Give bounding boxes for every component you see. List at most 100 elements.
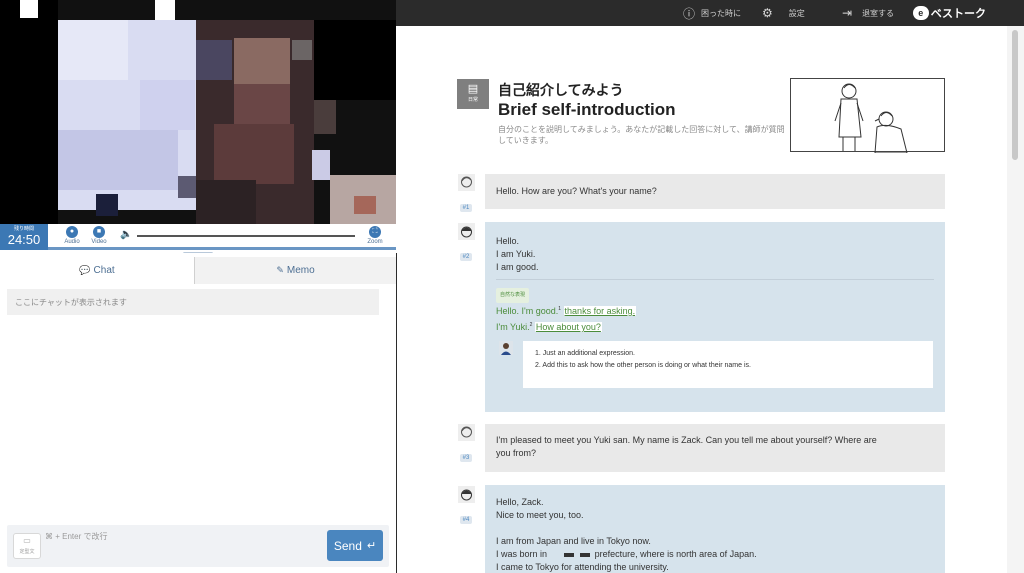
settings-link[interactable]: ⚙ 設定 <box>762 0 805 26</box>
chat-empty-message: ここにチャットが表示されます <box>7 289 379 315</box>
tutor-avatar: #3 <box>456 424 476 464</box>
brand-name: ベストーク <box>930 8 986 20</box>
note-line: 1. Just an additional expression. <box>535 350 636 357</box>
message-line: I am from Japan and live in Tokyo now. <box>496 536 651 546</box>
correction-prefix: I'm Yuki. <box>496 322 530 332</box>
exit-label: 退室する <box>862 8 895 18</box>
message-number: #2 <box>459 253 473 261</box>
student-avatar: #4 <box>456 486 476 526</box>
born-suffix: prefecture, where is north area of Japan… <box>594 549 757 559</box>
app-root: ⓘ 困った時に ⚙ 設定 ⇥ 退室する e ベストーク 残り時間 24:50 ●… <box>0 0 1024 573</box>
student-face-icon <box>457 486 475 503</box>
message-line-born: I was born in prefecture, where is north… <box>496 548 934 561</box>
send-label: Send <box>333 538 362 553</box>
message-line: I came to Tokyo for attending the univer… <box>496 562 669 572</box>
tutor-thumbnail <box>499 341 513 355</box>
tutor-message: I'm pleased to meet you Yuki san. My nam… <box>485 424 945 472</box>
note-marker: 2 <box>529 322 533 328</box>
chat-input[interactable]: ⌘ + Enter で改行 <box>45 531 107 542</box>
message-number: #1 <box>459 204 473 212</box>
volume-slider[interactable] <box>137 235 355 237</box>
settings-label: 設定 <box>788 8 805 18</box>
timer-value: 24:50 <box>7 232 41 247</box>
video-button[interactable]: ■ Video <box>89 226 109 245</box>
teacher-face-icon <box>457 174 475 191</box>
chat-bubble-icon: 💬 <box>79 265 91 275</box>
chat-panel: 💬 Chat ✎ Memo ここにチャットが表示されます ▭ 定型文 ⌘ + E… <box>0 253 397 573</box>
fixed-phrase-label: 定型文 <box>19 549 35 555</box>
lesson-illustration <box>790 78 945 154</box>
lesson-title-jp: 自己紹介してみよう <box>498 82 624 98</box>
message-line: I'm pleased to meet you Yuki san. My nam… <box>496 435 877 445</box>
tutor-notes: 1. Just an additional expression. 2. Add… <box>523 341 933 388</box>
camera-icon: ■ <box>93 226 105 238</box>
correction-line: I'm Yuki.2 How about you? <box>496 319 602 334</box>
panel-tabs: 💬 Chat ✎ Memo <box>0 257 396 284</box>
born-prefix: I was born in <box>496 549 548 559</box>
lesson-content: ▤ 日常 自己紹介してみよう Brief self-introduction 自… <box>397 26 1007 573</box>
lesson-description: 自分のことを説明してみましょう。あなたが記載した回答に対して、講師が質問していき… <box>498 125 785 145</box>
tab-chat-label: Chat <box>93 265 115 276</box>
fixed-phrase-button[interactable]: ▭ 定型文 <box>13 533 41 559</box>
exit-icon: ⇥ <box>842 6 853 20</box>
send-button[interactable]: Send ↵ <box>327 530 383 561</box>
video-label: Video <box>91 239 107 245</box>
message-line <box>496 522 934 535</box>
logo-mark-icon: e <box>912 6 929 20</box>
lesson-title-en: Brief self-introduction <box>498 100 676 119</box>
help-link[interactable]: ⓘ 困った時に <box>683 0 741 26</box>
category-label: 日常 <box>467 97 478 103</box>
exit-button[interactable]: ⇥ 退室する <box>842 0 894 26</box>
correction-prefix: Hello. I'm good. <box>496 306 559 316</box>
volume-icon[interactable]: 🔈 <box>120 229 132 240</box>
message-line: you from? <box>496 448 537 458</box>
video-controls <box>0 224 396 250</box>
note-marker: 1 <box>558 306 562 312</box>
tab-chat[interactable]: 💬 Chat <box>0 257 194 284</box>
divider <box>496 279 934 280</box>
message-line: Hello. <box>496 236 520 246</box>
category-badge: ▤ 日常 <box>457 79 489 109</box>
redacted-text <box>580 552 591 557</box>
message-number: #3 <box>459 454 473 462</box>
student-message: Hello. I am Yuki. I am good. 自然な表現 Hello… <box>485 222 945 412</box>
audio-label: Audio <box>64 239 80 245</box>
correction-line: Hello. I'm good.1 thanks for asking. <box>496 303 637 318</box>
remaining-timer: 残り時間 24:50 <box>0 224 48 250</box>
gear-icon: ⚙ <box>762 6 773 20</box>
zoom-label: Zoom <box>367 239 383 245</box>
scrollbar-thumb[interactable] <box>1012 30 1018 160</box>
tutor-avatar: #1 <box>456 174 476 214</box>
chat-composer: ▭ 定型文 ⌘ + Enter で改行 Send ↵ <box>7 525 389 567</box>
message-line: I am good. <box>496 262 539 272</box>
redacted-text <box>563 552 574 557</box>
enter-icon: ↵ <box>366 540 377 552</box>
microphone-icon: ● <box>66 226 78 238</box>
message-line: Hello. How are you? What's your name? <box>496 186 657 196</box>
tutor-photo-icon <box>499 341 513 355</box>
fullscreen-icon: ⛶ <box>369 226 381 238</box>
message-line: Hello, Zack. <box>496 497 544 507</box>
correction-highlight[interactable]: How about you? <box>534 322 602 332</box>
content-scrollbar[interactable] <box>1007 26 1024 573</box>
tutor-message: Hello. How are you? What's your name? <box>485 174 945 209</box>
message-line: Nice to meet you, too. <box>496 510 584 520</box>
student-face-icon <box>457 223 475 240</box>
audio-button[interactable]: ● Audio <box>62 226 82 245</box>
note-line: 2. Add this to ask how the other person … <box>535 362 751 369</box>
natural-expression-tag: 自然な表現 <box>496 288 530 303</box>
student-avatar: #2 <box>456 223 476 263</box>
brand-logo: e ベストーク <box>912 5 986 21</box>
tab-memo[interactable]: ✎ Memo <box>194 257 396 284</box>
tab-memo-label: Memo <box>286 265 315 276</box>
book-icon: ▤ <box>467 83 479 95</box>
video-feed <box>0 0 396 224</box>
edit-icon: ✎ <box>276 265 284 275</box>
help-label: 困った時に <box>701 8 742 18</box>
correction-highlight[interactable]: thanks for asking. <box>563 306 637 316</box>
template-icon: ▭ <box>23 536 31 545</box>
message-line: I am Yuki. <box>496 249 536 259</box>
help-icon: ⓘ <box>683 6 696 21</box>
message-number: #4 <box>459 516 473 524</box>
zoom-button[interactable]: ⛶ Zoom <box>365 226 385 245</box>
